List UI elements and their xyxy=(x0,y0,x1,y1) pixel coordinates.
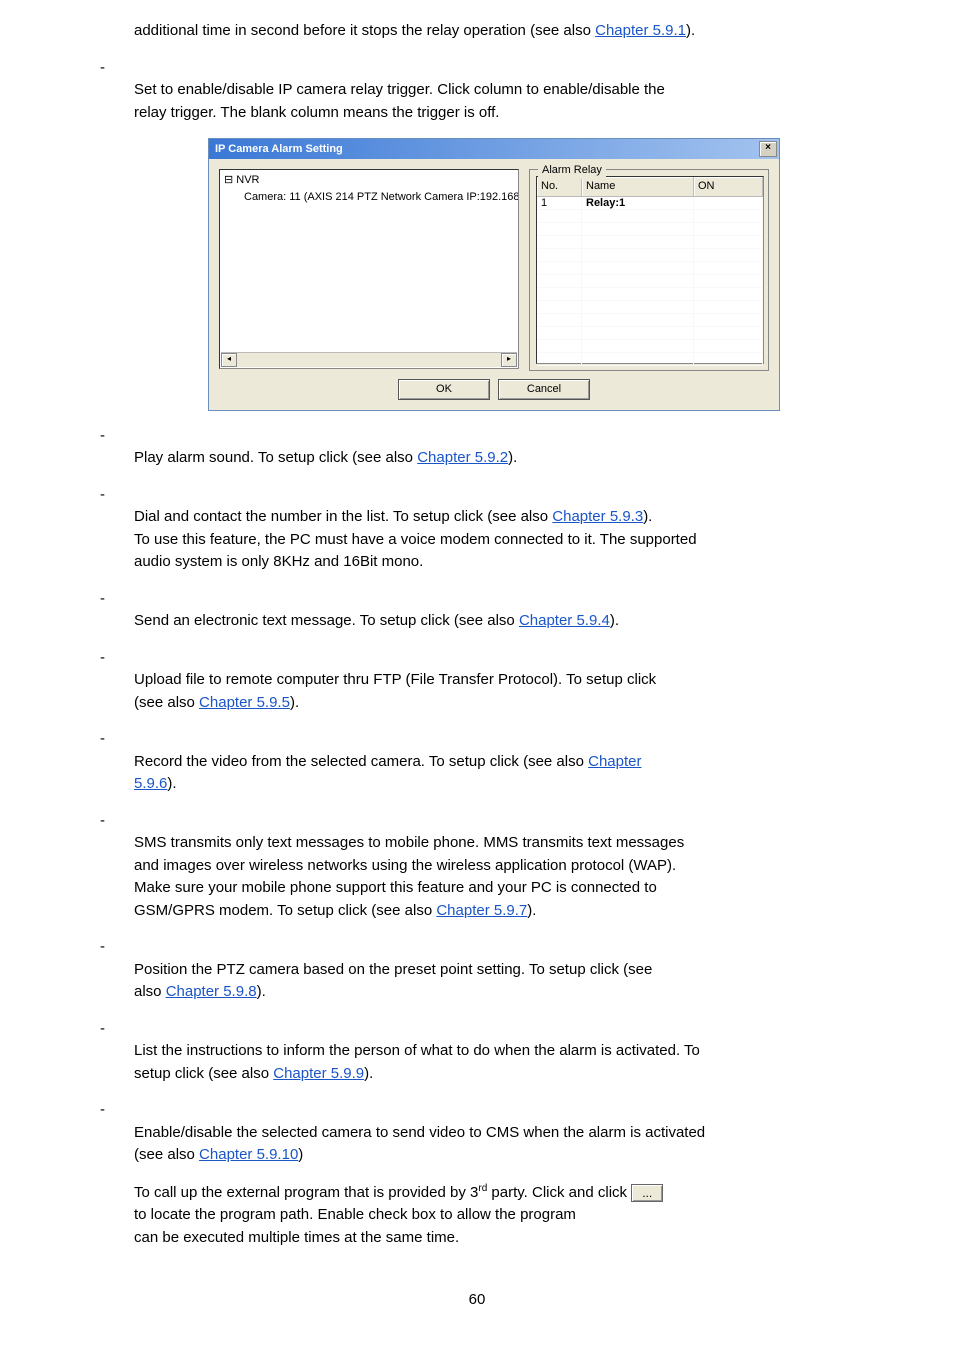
list-dash: - xyxy=(100,57,134,80)
ext-program-paragraph: To call up the external program that is … xyxy=(100,1181,854,1250)
tree-root-nvr[interactable]: ⊟ NVR xyxy=(224,172,514,189)
link-chapter-5-9-3[interactable]: Chapter 5.9.3 xyxy=(552,508,643,525)
top-paragraph: additional time in second before it stop… xyxy=(100,20,854,43)
link-chapter-5-9-6-a[interactable]: Chapter xyxy=(588,753,641,770)
list-dash: - xyxy=(100,810,134,833)
col-on-header[interactable]: ON xyxy=(694,177,763,196)
link-chapter-5-9-10[interactable]: Chapter 5.9.10 xyxy=(199,1146,298,1163)
text: ). xyxy=(167,775,176,792)
text: ). xyxy=(257,983,266,1000)
text: relay trigger. The blank column means th… xyxy=(134,104,499,121)
page-number: 60 xyxy=(100,1289,854,1312)
ok-button[interactable]: OK xyxy=(398,379,490,400)
ipcam-paragraph: Set to enable/disable IP camera relay tr… xyxy=(100,79,854,124)
text: ). xyxy=(364,1065,373,1082)
text: (see also xyxy=(134,1146,199,1163)
text: ) xyxy=(298,1146,303,1163)
record-paragraph: Record the video from the selected camer… xyxy=(100,751,854,796)
sop-paragraph: List the instructions to inform the pers… xyxy=(100,1040,854,1085)
cancel-button[interactable]: Cancel xyxy=(498,379,590,400)
text: GSM/GPRS modem. To setup click (see also xyxy=(134,902,436,919)
make-call-paragraph: Dial and contact the number in the list.… xyxy=(100,506,854,574)
text: ). xyxy=(527,902,536,919)
list-dash: - xyxy=(100,728,134,751)
sms-paragraph: SMS transmits only text messages to mobi… xyxy=(100,832,854,922)
cell-name: Relay:1 xyxy=(582,197,694,209)
link-chapter-5-9-5[interactable]: Chapter 5.9.5 xyxy=(199,694,290,711)
text: can be executed multiple times at the sa… xyxy=(134,1229,459,1246)
list-dash: - xyxy=(100,484,134,507)
text: Send an electronic text message. To setu… xyxy=(134,612,519,629)
text: SMS transmits only text messages to mobi… xyxy=(134,834,684,851)
link-chapter-5-9-7[interactable]: Chapter 5.9.7 xyxy=(436,902,527,919)
ip-camera-alarm-dialog: IP Camera Alarm Setting × ⊟ NVR Camera: … xyxy=(208,138,780,411)
close-icon[interactable]: × xyxy=(759,141,777,157)
text: party. Click and click xyxy=(487,1184,631,1201)
list-dash: - xyxy=(100,425,134,448)
text: ). xyxy=(686,22,695,39)
text: Play alarm sound. To setup click (see al… xyxy=(134,449,417,466)
text: (see also xyxy=(134,694,199,711)
text: setup click (see also xyxy=(134,1065,273,1082)
alarm-relay-table[interactable]: No. Name ON 1 Relay:1 xyxy=(536,176,764,364)
alarm-relay-legend: Alarm Relay xyxy=(538,162,606,179)
list-dash: - xyxy=(100,588,134,611)
tree-child-camera[interactable]: Camera: 11 (AXIS 214 PTZ Network Camera … xyxy=(224,189,514,206)
scroll-right-icon[interactable]: ▸ xyxy=(501,353,517,367)
text: To use this feature, the PC must have a … xyxy=(134,531,697,548)
text: To call up the external program that is … xyxy=(134,1184,478,1201)
link-chapter-5-9-6-b[interactable]: 5.9.6 xyxy=(134,775,167,792)
scroll-left-icon[interactable]: ◂ xyxy=(221,353,237,367)
link-chapter-5-9-2[interactable]: Chapter 5.9.2 xyxy=(417,449,508,466)
sup-rd: rd xyxy=(478,1183,487,1194)
list-dash: - xyxy=(100,1018,134,1041)
link-chapter-5-9-1[interactable]: Chapter 5.9.1 xyxy=(595,22,686,39)
text: audio system is only 8KHz and 16Bit mono… xyxy=(134,553,423,570)
text: Set to enable/disable IP camera relay tr… xyxy=(134,81,665,98)
dialog-title: IP Camera Alarm Setting xyxy=(215,141,343,158)
list-dash: - xyxy=(100,647,134,670)
list-dash: - xyxy=(100,1099,134,1122)
ptz-paragraph: Position the PTZ camera based on the pre… xyxy=(100,959,854,1004)
text: ). xyxy=(290,694,299,711)
link-chapter-5-9-9[interactable]: Chapter 5.9.9 xyxy=(273,1065,364,1082)
email-paragraph: Send an electronic text message. To setu… xyxy=(100,610,854,633)
cell-on[interactable] xyxy=(694,197,763,209)
text: additional time in second before it stop… xyxy=(134,22,595,39)
camera-tree[interactable]: ⊟ NVR Camera: 11 (AXIS 214 PTZ Network C… xyxy=(219,169,519,369)
link-chapter-5-9-8[interactable]: Chapter 5.9.8 xyxy=(166,983,257,1000)
cms-paragraph: Enable/disable the selected camera to se… xyxy=(100,1122,854,1167)
col-no-header[interactable]: No. xyxy=(537,177,582,196)
text: Dial and contact the number in the list.… xyxy=(134,508,552,525)
table-row[interactable]: 1 Relay:1 xyxy=(537,197,763,210)
text: ). xyxy=(610,612,619,629)
list-dash: - xyxy=(100,936,134,959)
text: ). xyxy=(643,508,652,525)
text: Position the PTZ camera based on the pre… xyxy=(134,961,652,978)
text: Make sure your mobile phone support this… xyxy=(134,879,657,896)
ftp-paragraph: Upload file to remote computer thru FTP … xyxy=(100,669,854,714)
col-name-header[interactable]: Name xyxy=(582,177,694,196)
text: also xyxy=(134,983,166,1000)
text: Enable/disable the selected camera to se… xyxy=(134,1124,705,1141)
cell-no: 1 xyxy=(537,197,582,209)
text: ). xyxy=(508,449,517,466)
browse-button[interactable]: ... xyxy=(631,1184,663,1202)
text: and images over wireless networks using … xyxy=(134,857,676,874)
text: Upload file to remote computer thru FTP … xyxy=(134,671,656,688)
text: Record the video from the selected camer… xyxy=(134,753,588,770)
text: List the instructions to inform the pers… xyxy=(134,1042,700,1059)
h-scrollbar[interactable]: ◂ ▸ xyxy=(221,352,517,367)
play-alarm-paragraph: Play alarm sound. To setup click (see al… xyxy=(100,447,854,470)
link-chapter-5-9-4[interactable]: Chapter 5.9.4 xyxy=(519,612,610,629)
text: to locate the program path. Enable check… xyxy=(134,1206,576,1223)
